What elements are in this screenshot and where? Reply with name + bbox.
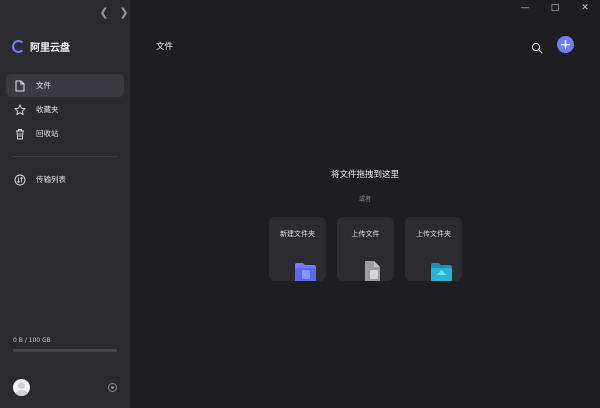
storage-progress-bar (13, 349, 117, 352)
window-controls: — □ ✕ (520, 3, 590, 13)
drop-zone-or: 或者 (358, 196, 371, 203)
sidebar-item-favorites[interactable]: 收藏夹 (6, 98, 124, 121)
sidebar-item-files[interactable]: 文件 (6, 74, 124, 97)
sidebar-item-label: 收藏夹 (36, 105, 59, 114)
drop-zone-title: 将文件拖拽到这里 (330, 170, 399, 180)
maximize-icon[interactable]: □ (550, 3, 560, 13)
card-label: 新建文件夹 (280, 230, 315, 238)
search-icon[interactable] (531, 39, 543, 54)
add-button[interactable]: + (557, 36, 574, 53)
app-name: 阿里云盘 (30, 43, 70, 54)
user-avatar[interactable] (13, 379, 30, 396)
star-icon (14, 103, 26, 116)
sidebar-item-label: 传输列表 (36, 175, 66, 184)
back-arrow-icon[interactable]: ❮ (98, 6, 110, 19)
card-label: 上传文件夹 (416, 230, 451, 238)
upload-folder-button[interactable]: 上传文件夹 (405, 217, 462, 281)
new-folder-icon (295, 263, 316, 281)
upload-file-icon (365, 261, 380, 281)
file-icon (14, 80, 26, 92)
sidebar: ❮ ❯ 阿里云盘 文件 收藏夹 回收站 传输列表 0 B / 100 GB (0, 0, 130, 408)
main-content: — □ ✕ 文件 + 将文件拖拽到这里 或者 新建文件夹 上传文件 上传文件夹 (130, 0, 600, 408)
sidebar-item-transfer[interactable]: 传输列表 (6, 168, 124, 191)
trash-icon (14, 128, 26, 140)
history-nav: ❮ ❯ (98, 6, 130, 19)
card-label: 上传文件 (351, 230, 380, 238)
settings-icon[interactable] (108, 383, 117, 392)
logo-icon (12, 40, 25, 53)
upload-folder-icon (431, 263, 452, 281)
sidebar-divider (12, 156, 118, 157)
transfer-icon (14, 174, 26, 186)
app-logo: 阿里云盘 (12, 39, 70, 54)
close-icon[interactable]: ✕ (580, 3, 590, 13)
sidebar-item-label: 回收站 (36, 129, 59, 138)
upload-file-button[interactable]: 上传文件 (337, 217, 394, 281)
sidebar-item-trash[interactable]: 回收站 (6, 122, 124, 145)
minimize-icon[interactable]: — (520, 3, 530, 13)
sidebar-item-label: 文件 (36, 81, 51, 90)
page-title: 文件 (156, 42, 174, 52)
new-folder-button[interactable]: 新建文件夹 (269, 217, 326, 281)
transfer-section: 传输列表 (6, 168, 124, 192)
sidebar-menu: 文件 收藏夹 回收站 (6, 74, 124, 146)
plus-icon: + (559, 36, 572, 53)
forward-arrow-icon[interactable]: ❯ (118, 6, 130, 19)
storage-usage-text: 0 B / 100 GB (13, 337, 51, 344)
